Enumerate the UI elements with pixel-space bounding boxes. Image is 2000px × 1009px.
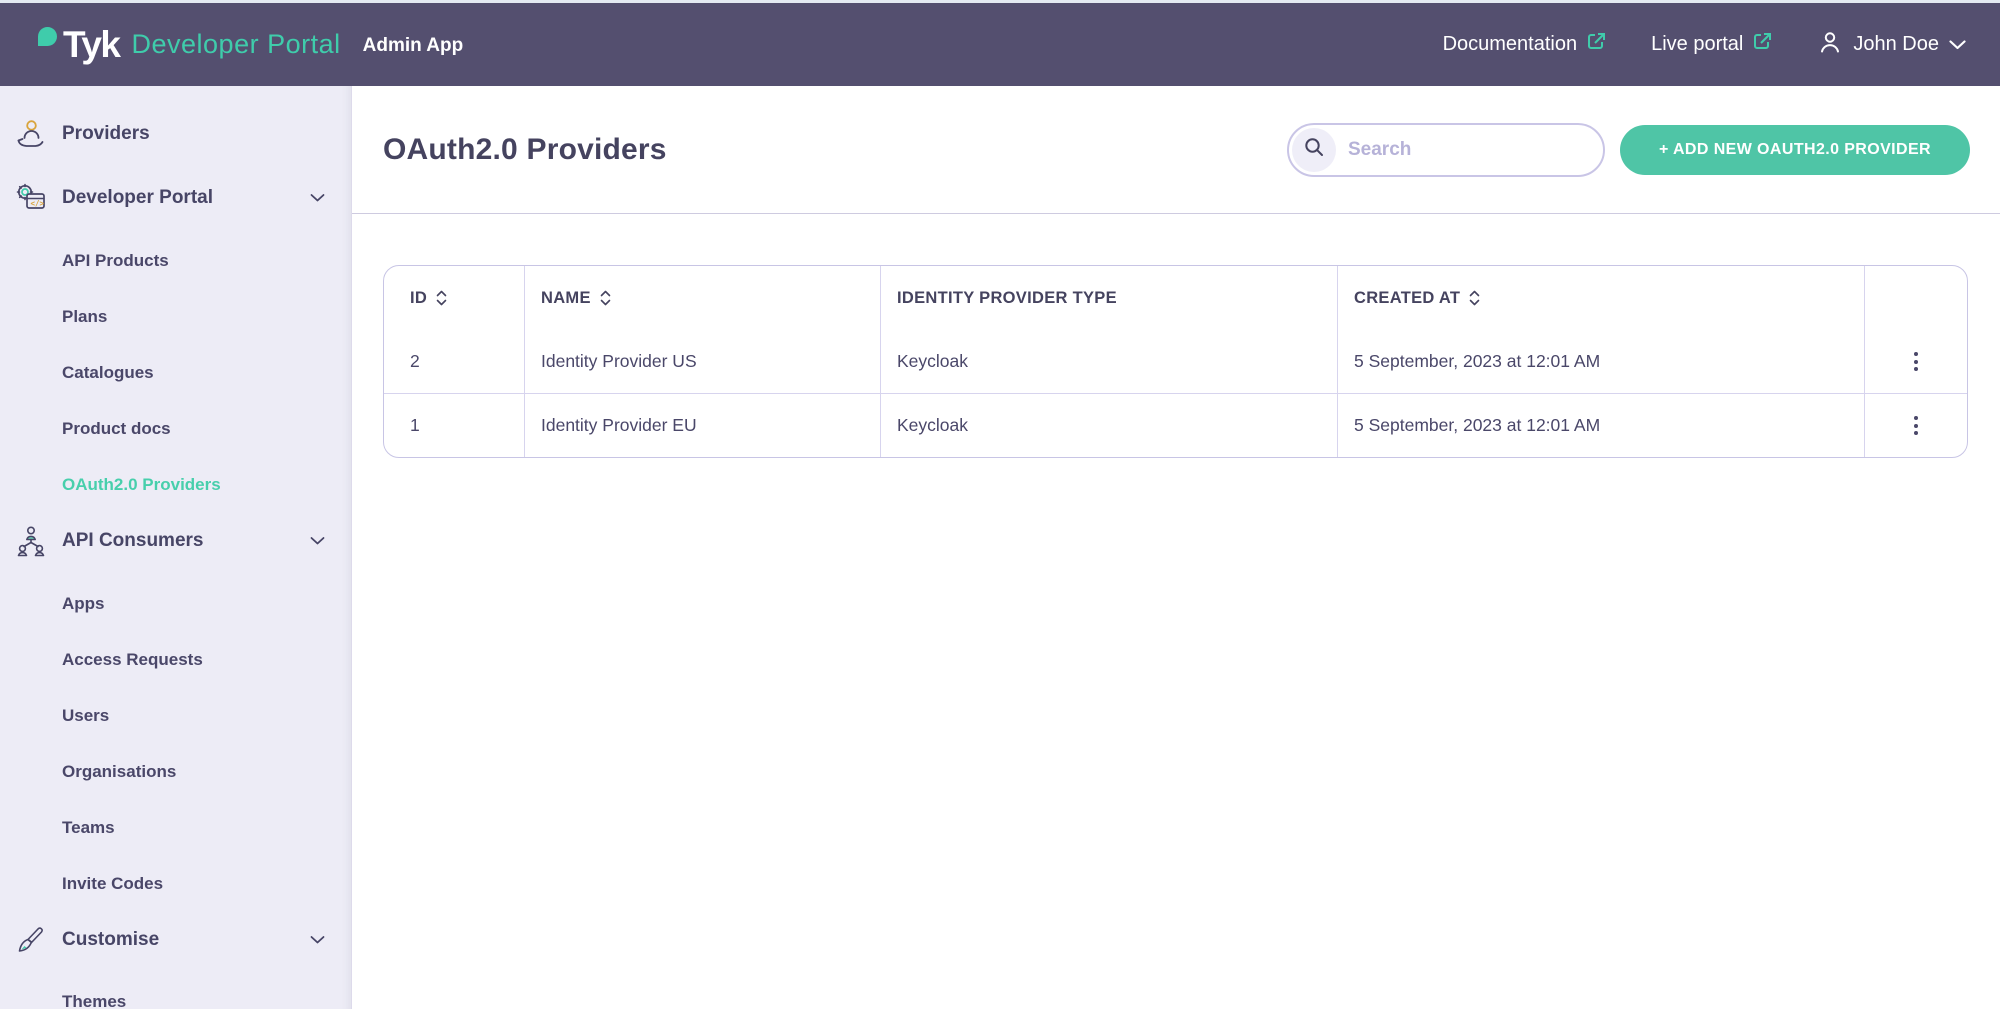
sidebar-item-label: Invite Codes [62,874,163,894]
sidebar-item-plans[interactable]: Plans [0,289,351,345]
chevron-down-icon[interactable] [310,936,325,945]
live-portal-link[interactable]: Live portal [1651,31,1773,58]
chevron-down-icon [1949,33,1966,56]
column-header-name[interactable]: NAME [525,266,881,330]
cell-id: 1 [384,394,525,457]
tyk-admin-app: Tyk Developer Portal Admin App Documenta… [0,0,2000,1009]
header-divider [352,213,2000,214]
external-link-icon [1586,31,1607,58]
sidebar-item-label: Access Requests [62,650,203,670]
sidebar-item-oauth2-providers[interactable]: OAuth2.0 Providers [0,457,351,513]
column-header-identity-provider-type: IDENTITY PROVIDER TYPE [881,266,1338,330]
sidebar-item-catalogues[interactable]: Catalogues [0,345,351,401]
user-icon [1817,29,1843,61]
topbar: Tyk Developer Portal Admin App Documenta… [0,3,2000,86]
sidebar-item-invite-codes[interactable]: Invite Codes [0,856,351,912]
sidebar-item-label: API Products [62,251,169,271]
add-new-oauth2-provider-button[interactable]: + ADD NEW OAUTH2.0 PROVIDER [1620,125,1970,175]
cell-actions [1865,330,1967,393]
tyk-leaf-icon [38,27,57,46]
sidebar-item-apps[interactable]: Apps [0,576,351,632]
chevron-down-icon[interactable] [310,194,325,203]
sidebar-item-label: Providers [62,123,150,145]
page-title: OAuth2.0 Providers [383,133,667,167]
cell-actions [1865,394,1967,457]
main-content: OAuth2.0 Providers [352,86,2000,1009]
table-header: ID NAME [384,266,1967,330]
cell-identity-provider-type: Keycloak [881,330,1338,393]
sidebar-item-users[interactable]: Users [0,688,351,744]
user-menu[interactable]: John Doe [1817,29,1966,61]
sort-icon[interactable] [1469,290,1480,306]
sidebar-item-api-consumers[interactable]: API Consumers [0,513,351,569]
table-row: 1 Identity Provider EU Keycloak 5 Septem… [384,393,1967,457]
api-consumers-icon [14,524,48,558]
developer-portal-icon: </> [14,181,48,215]
documentation-link-label: Documentation [1443,33,1578,56]
chevron-down-icon[interactable] [310,537,325,546]
cell-id: 2 [384,330,525,393]
topbar-actions: Documentation Live portal [1443,29,1966,61]
sidebar-item-label: Themes [62,992,126,1009]
admin-app-label: Admin App [363,35,464,57]
sort-icon[interactable] [436,290,447,306]
page-header-actions: + ADD NEW OAUTH2.0 PROVIDER [1287,123,1970,177]
providers-icon [14,117,48,151]
sidebar-item-themes[interactable]: Themes [0,974,351,1009]
cell-created-at: 5 September, 2023 at 12:01 AM [1338,330,1865,393]
column-header-created-at[interactable]: CREATED AT [1338,266,1865,330]
brand-name: Tyk [63,24,120,66]
documentation-link[interactable]: Documentation [1443,31,1608,58]
sidebar-item-organisations[interactable]: Organisations [0,744,351,800]
sidebar-item-customise[interactable]: Customise [0,912,351,968]
cell-identity-provider-type: Keycloak [881,394,1338,457]
search-icon-circle [1292,128,1336,172]
table-body: 2 Identity Provider US Keycloak 5 Septem… [384,330,1967,457]
cell-name: Identity Provider US [525,330,881,393]
app-shell: Providers </> Developer Portal [0,86,2000,1009]
brand-logo[interactable]: Tyk Developer Portal Admin App [38,24,463,66]
user-name: John Doe [1853,33,1939,56]
table-row: 2 Identity Provider US Keycloak 5 Septem… [384,330,1967,393]
sidebar-item-providers[interactable]: Providers [0,106,351,162]
sidebar-item-label: API Consumers [62,530,203,552]
sidebar-item-label: Product docs [62,419,171,439]
sidebar: Providers </> Developer Portal [0,86,352,1009]
table-header-row: ID NAME [384,266,1967,330]
svg-text:</>: </> [31,199,45,208]
sidebar-item-label: Catalogues [62,363,154,383]
page-header: OAuth2.0 Providers [352,86,2000,213]
customise-icon [14,923,48,957]
sidebar-item-label: Developer Portal [62,187,213,209]
sidebar-item-label: Organisations [62,762,176,782]
cell-name: Identity Provider EU [525,394,881,457]
sidebar-item-teams[interactable]: Teams [0,800,351,856]
search-input[interactable] [1348,139,1578,161]
providers-table: ID NAME [383,265,1968,458]
search-icon [1302,135,1326,164]
live-portal-link-label: Live portal [1651,33,1743,56]
sort-icon[interactable] [600,290,611,306]
sidebar-item-label: Users [62,706,109,726]
search-field[interactable] [1287,123,1605,177]
kebab-menu-icon[interactable] [1896,406,1936,446]
sidebar-item-label: Plans [62,307,107,327]
column-header-id[interactable]: ID [384,266,525,330]
sidebar-item-access-requests[interactable]: Access Requests [0,632,351,688]
cell-created-at: 5 September, 2023 at 12:01 AM [1338,394,1865,457]
brand-product-label: Developer Portal [132,29,341,60]
sidebar-item-api-products[interactable]: API Products [0,233,351,289]
sidebar-item-label: Teams [62,818,115,838]
external-link-icon [1752,31,1773,58]
sidebar-item-product-docs[interactable]: Product docs [0,401,351,457]
sidebar-item-developer-portal[interactable]: </> Developer Portal [0,170,351,226]
sidebar-item-label: Customise [62,929,159,951]
kebab-menu-icon[interactable] [1896,342,1936,382]
sidebar-item-label: OAuth2.0 Providers [62,475,221,495]
sidebar-item-label: Apps [62,594,105,614]
column-header-actions [1865,266,1967,330]
